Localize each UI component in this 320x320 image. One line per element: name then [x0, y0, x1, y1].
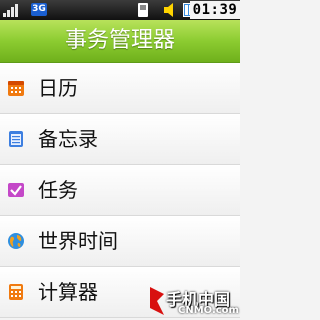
sd-card-icon — [138, 3, 148, 17]
network-3g-icon: 3G — [31, 3, 47, 16]
calendar-icon — [8, 81, 24, 96]
speaker-icon — [164, 3, 173, 17]
watermark-subtitle: CNMO.com — [178, 305, 239, 316]
menu-item-label: 世界时间 — [38, 229, 118, 253]
watermark: 手机中国 CNMO.com — [148, 282, 240, 320]
clock: 01:39 — [190, 1, 240, 19]
menu-item-world-clock[interactable]: 世界时间 — [0, 216, 240, 267]
menu-item-label: 备忘录 — [38, 127, 98, 151]
memo-icon — [9, 131, 23, 147]
menu-item-label: 任务 — [38, 178, 78, 202]
menu-item-task[interactable]: 任务 — [0, 165, 240, 216]
calculator-icon — [9, 284, 23, 300]
signal-icon — [3, 3, 25, 17]
status-bar: 3G 01:39 — [0, 0, 240, 20]
menu-item-memo[interactable]: 备忘录 — [0, 114, 240, 165]
menu-list: 日历 备忘录 任务 世界时间 计算器 — [0, 63, 240, 318]
world-clock-icon — [8, 233, 24, 249]
watermark-logo-icon — [150, 287, 164, 315]
menu-item-calendar[interactable]: 日历 — [0, 63, 240, 114]
menu-item-label: 计算器 — [38, 280, 98, 304]
menu-item-label: 日历 — [38, 76, 78, 100]
page-title: 事务管理器 — [64, 28, 175, 53]
header: 事务管理器 — [0, 20, 240, 63]
task-icon — [8, 183, 24, 197]
